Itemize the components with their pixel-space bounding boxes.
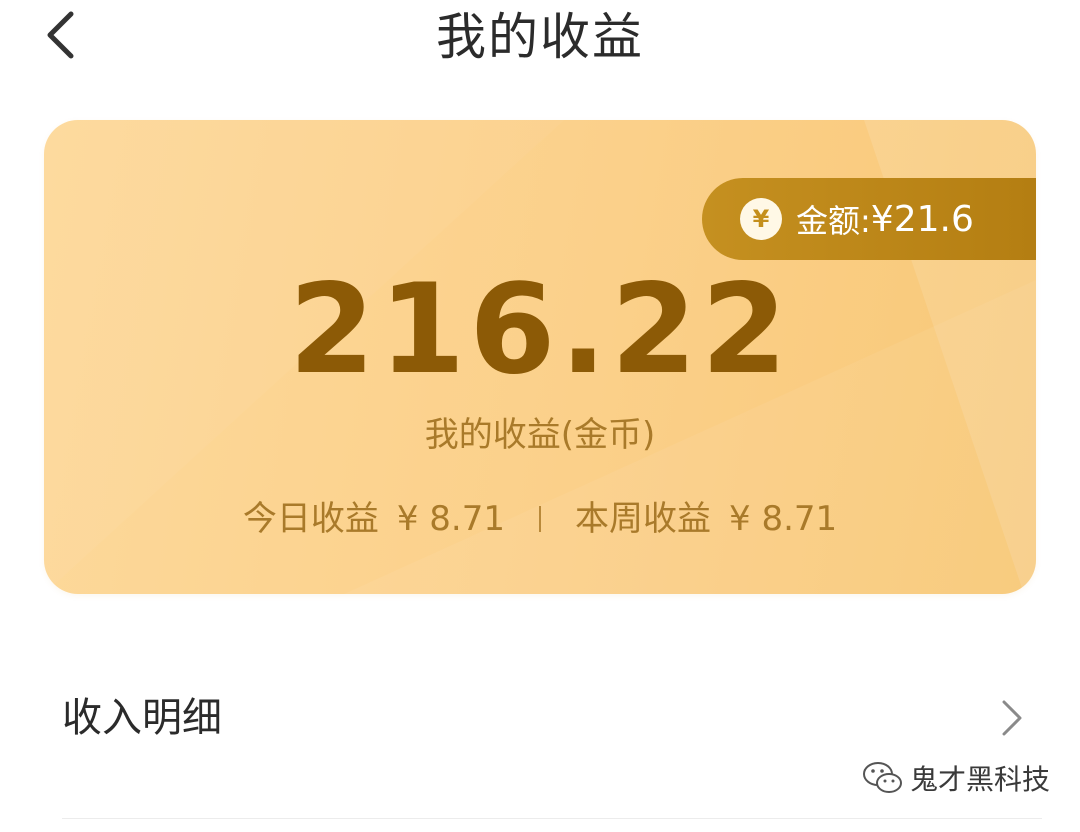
- header: 我的收益: [0, 0, 1080, 80]
- earnings-card: ¥ 金额: ¥21.6 216.22 我的收益(金币) 今日收益 ¥ 8.71 …: [44, 120, 1036, 594]
- total-coins-value: 216.22: [288, 258, 792, 402]
- amount-value: ¥21.6: [870, 198, 974, 240]
- watermark: 鬼才黑科技: [862, 758, 1050, 798]
- amount-label: 金额:: [796, 202, 871, 240]
- page-title: 我的收益: [436, 8, 644, 66]
- week-earnings-label: 本周收益: [575, 499, 711, 539]
- stats-divider: [539, 506, 541, 532]
- today-earnings-label: 今日收益: [242, 499, 379, 539]
- week-earnings-value: ¥ 8.71: [729, 499, 838, 539]
- wechat-icon: [863, 762, 902, 793]
- yuan-coin-icon: ¥: [740, 198, 782, 240]
- amount-badge[interactable]: ¥ 金额: ¥21.6: [702, 178, 1036, 260]
- today-earnings-value: ¥ 8.71: [396, 499, 505, 539]
- row-divider: [62, 818, 1042, 819]
- income-details-label: 收入明细: [62, 695, 222, 741]
- chevron-right-icon: [1002, 700, 1022, 736]
- watermark-text: 鬼才黑科技: [910, 763, 1051, 796]
- total-coins-caption: 我的收益(金币): [424, 415, 656, 455]
- earnings-page: 我的收益 ¥ 金额: ¥21.6 216.22 我的收益(金币) 今日收益 ¥ …: [0, 0, 1080, 832]
- earnings-stats: 今日收益 ¥ 8.71 本周收益 ¥ 8.71: [44, 496, 1036, 542]
- income-details-row[interactable]: 收入明细: [0, 670, 1080, 770]
